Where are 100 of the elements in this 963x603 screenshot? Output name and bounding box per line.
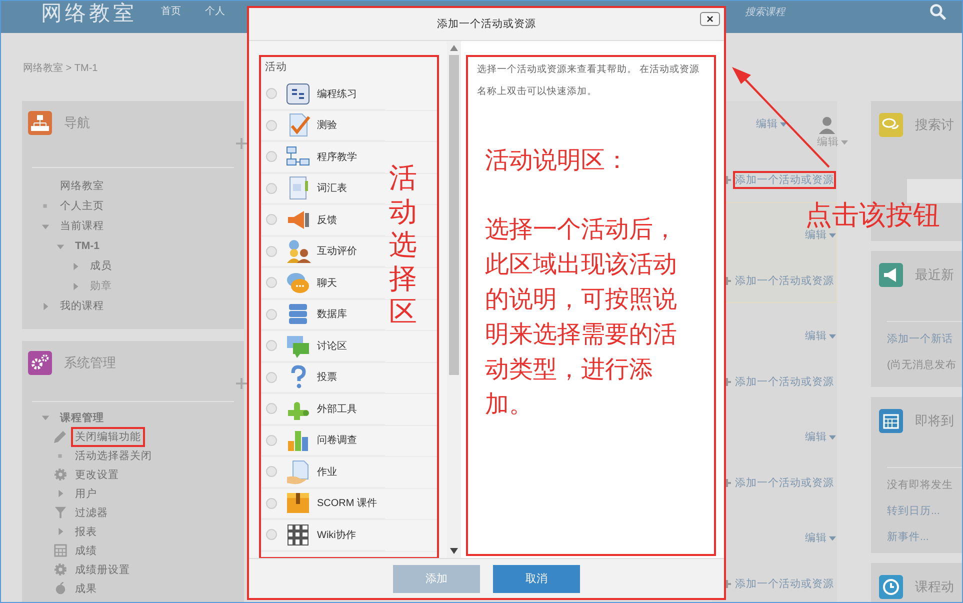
activity-option[interactable]: 反馈: [261, 205, 385, 236]
activity-option[interactable]: 互动评价: [261, 236, 385, 267]
tree-item[interactable]: TM-1: [71, 237, 104, 255]
plus-icon[interactable]: [723, 277, 731, 285]
calendar-icon: [879, 409, 903, 433]
edit-menu[interactable]: 编辑: [805, 227, 836, 243]
activity-option[interactable]: 程序教学: [261, 142, 385, 172]
site-title[interactable]: 网络教室: [41, 1, 137, 27]
caret-icon[interactable]: [841, 140, 848, 144]
search-icon[interactable]: [929, 3, 947, 21]
search-field[interactable]: 搜索课程: [745, 5, 785, 19]
annotation-title: 活动说明区：: [485, 146, 630, 176]
block-title: 即将到: [915, 412, 954, 430]
caret-icon[interactable]: [829, 232, 836, 238]
add-activity-link[interactable]: 添加一个活动或资源: [733, 272, 836, 290]
radio-button[interactable]: [266, 88, 277, 100]
edit-menu[interactable]: 编辑: [756, 116, 787, 132]
activity-option[interactable]: SCORM 课件: [261, 488, 385, 519]
tree-item[interactable]: 我的课程: [56, 296, 108, 316]
activity-option[interactable]: 外部工具: [261, 394, 385, 424]
block-title: 导航: [64, 114, 90, 132]
bullet-icon: [57, 452, 63, 458]
radio-button[interactable]: [266, 340, 277, 352]
add-activity-link[interactable]: 添加一个活动或资源: [733, 474, 836, 492]
radio-button[interactable]: [266, 214, 277, 226]
caret-icon[interactable]: [829, 434, 836, 440]
scroll-up-icon[interactable]: [450, 45, 458, 51]
tree-item[interactable]: 成果: [71, 578, 101, 598]
block-link[interactable]: 新事件...: [887, 530, 962, 544]
activity-option[interactable]: 讨论区: [261, 331, 385, 362]
activity-option[interactable]: 数据库: [261, 300, 385, 330]
move-icon[interactable]: [236, 138, 247, 149]
block-title: 课程动: [915, 578, 954, 596]
move-icon[interactable]: [236, 378, 247, 389]
radio-button[interactable]: [266, 308, 277, 320]
radio-button[interactable]: [266, 372, 277, 383]
plus-icon[interactable]: [723, 580, 731, 588]
block-link[interactable]: 转到日历...: [887, 504, 962, 518]
edit-menu[interactable]: 编辑: [805, 530, 836, 546]
scrollbar-thumb[interactable]: [449, 55, 459, 375]
add-activity-link[interactable]: 添加一个活动或资源: [733, 373, 836, 391]
add-activity-link[interactable]: 添加一个活动或资源: [733, 171, 836, 189]
radio-button[interactable]: [266, 151, 277, 162]
edit-menu[interactable]: 编辑: [805, 328, 836, 344]
cancel-button[interactable]: 取消: [493, 564, 580, 592]
activity-option[interactable]: 测验: [261, 110, 385, 141]
plus-icon[interactable]: [723, 479, 731, 487]
radio-button[interactable]: [266, 466, 277, 478]
search-field[interactable]: [907, 179, 962, 203]
nav-link[interactable]: 个人: [205, 4, 225, 18]
collapsed-caret-icon[interactable]: [56, 489, 64, 498]
caret-icon[interactable]: [829, 536, 836, 540]
radio-button[interactable]: [266, 403, 277, 414]
activity-option[interactable]: 词汇表: [261, 174, 385, 204]
tree-item[interactable]: 更改设置: [71, 464, 123, 484]
radio-button[interactable]: [266, 246, 277, 257]
clock-icon: [879, 575, 903, 599]
expanded-caret-icon[interactable]: [40, 222, 50, 230]
tree-item[interactable]: 过滤器: [71, 502, 112, 522]
edit-menu[interactable]: 编辑: [817, 134, 848, 150]
collapsed-caret-icon[interactable]: [40, 302, 50, 310]
tree-item[interactable]: 成绩: [71, 540, 101, 560]
tree-item[interactable]: 关闭编辑功能: [71, 426, 145, 446]
scrollbar[interactable]: [447, 41, 461, 558]
add-activity-link[interactable]: 添加一个活动或资源: [733, 575, 836, 593]
expanded-caret-icon[interactable]: [40, 413, 50, 422]
edit-menu[interactable]: 编辑: [805, 429, 836, 445]
tree-item[interactable]: 报表: [71, 522, 101, 542]
activity-option[interactable]: 问卷调查: [261, 426, 385, 456]
nav-link[interactable]: 首页: [161, 4, 181, 18]
activity-option[interactable]: 作业: [261, 457, 385, 488]
activity-option[interactable]: Wiki协作: [261, 520, 385, 550]
plus-icon[interactable]: [723, 378, 731, 386]
tree-item[interactable]: 当前课程: [56, 216, 108, 236]
radio-button[interactable]: [266, 529, 277, 540]
scroll-down-icon[interactable]: [450, 548, 458, 554]
tree-item[interactable]: 成员: [86, 256, 116, 276]
tree-item[interactable]: 个人主页: [56, 196, 108, 216]
collapsed-caret-icon[interactable]: [56, 527, 64, 536]
radio-button[interactable]: [266, 277, 277, 288]
expanded-caret-icon[interactable]: [56, 242, 64, 250]
caret-icon[interactable]: [780, 122, 787, 126]
plus-icon[interactable]: [723, 176, 731, 184]
radio-button[interactable]: [266, 182, 277, 194]
radio-button[interactable]: [266, 120, 277, 131]
tree-item[interactable]: 活动选择器关闭: [71, 446, 156, 466]
tree-item[interactable]: 课程管理: [56, 408, 108, 428]
tree-item[interactable]: 网络教室: [56, 176, 108, 196]
block-link[interactable]: 添加一个新话: [887, 332, 962, 346]
radio-button[interactable]: [266, 434, 277, 446]
activity-option[interactable]: 投票: [261, 362, 385, 393]
activity-option[interactable]: 编程练习: [261, 79, 385, 110]
caret-icon[interactable]: [829, 334, 836, 338]
help-text: 选择一个活动或资源来查看其帮助。 在活动或资源名称上双击可以快速添加。: [477, 63, 701, 99]
collapsed-caret-icon[interactable]: [70, 262, 80, 270]
tree-item[interactable]: 成绩册设置: [71, 560, 134, 580]
tree-item[interactable]: 用户: [71, 484, 101, 504]
radio-button[interactable]: [266, 498, 277, 509]
close-button[interactable]: ×: [700, 12, 720, 26]
activity-option[interactable]: 聊天: [261, 268, 385, 298]
